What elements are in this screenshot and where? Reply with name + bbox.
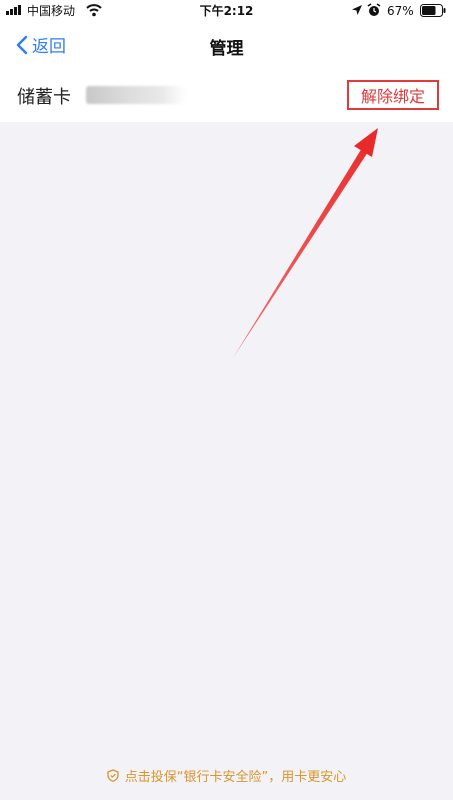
battery-percentage: 67% [387,4,414,18]
insurance-promo-link[interactable]: 点击投保“银行卡安全险”，用卡更安心 [0,766,453,785]
page-title: 管理 [209,39,244,59]
card-row: 储蓄卡 解除绑定 [0,68,453,122]
alarm-icon [367,3,381,16]
battery-icon [420,4,446,17]
screen: 中国移动 下午2:12 67% 返回 管理 储蓄卡 解除绑定 点击投保“银行卡安… [0,0,453,800]
unbind-button[interactable]: 解除绑定 [347,80,439,110]
masked-card-number [86,86,186,104]
clock: 下午2:12 [199,4,254,18]
location-icon [352,5,362,15]
nav-bar: 返回 管理 [0,22,453,68]
footer-note-text: 点击投保“银行卡安全险”，用卡更安心 [124,770,347,785]
card-type-label: 储蓄卡 [17,87,71,108]
shield-icon [107,769,119,782]
status-bar: 中国移动 下午2:12 67% [0,0,453,22]
